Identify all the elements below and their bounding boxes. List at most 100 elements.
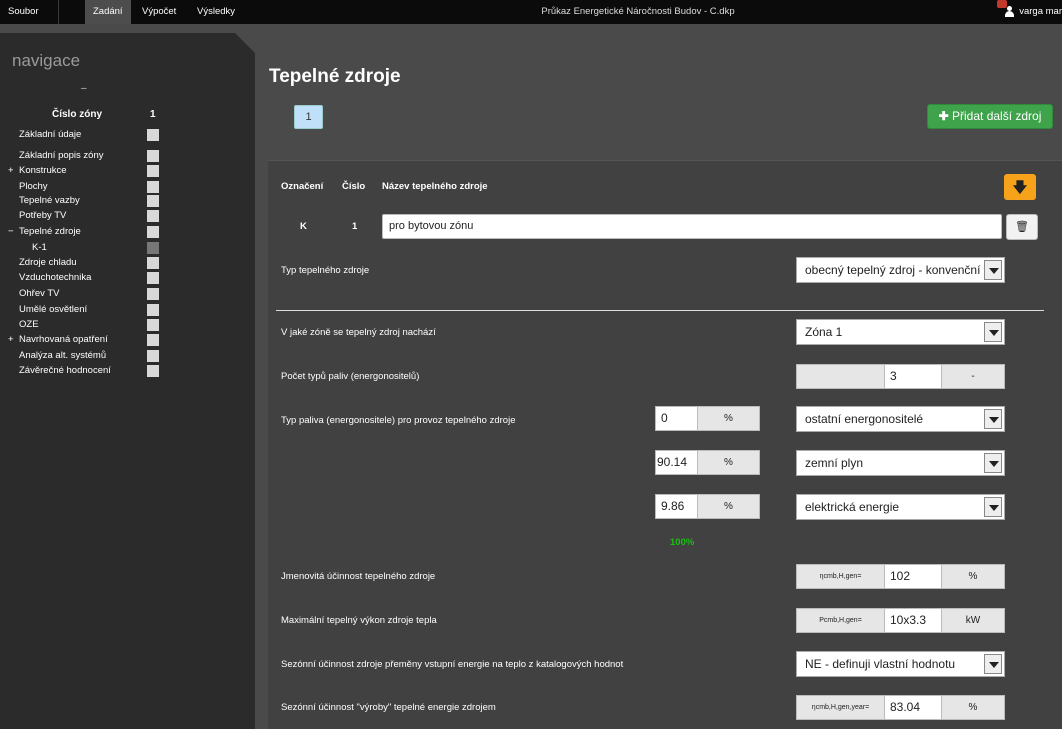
sidebar-item-ohrev-tv[interactable]: Ohřev TV — [0, 288, 255, 302]
sidebar-item-zdroje-chladu[interactable]: Zdroje chladu — [0, 257, 255, 271]
typ-zdroje-select[interactable]: obecný tepelný zdroj - konvenční — [796, 257, 1005, 283]
status-box — [147, 350, 159, 362]
fuel-select-3[interactable]: elektrická energie — [796, 494, 1005, 520]
arrow-down-icon: 🡇 — [1012, 179, 1028, 195]
fuel-select-2[interactable]: zemní plyn — [796, 450, 1005, 476]
label-sezonni-vyroba: Sezónní účinnost "výroby" tepelné energi… — [281, 702, 496, 713]
source-oznaceni: K — [300, 221, 307, 232]
sezonni-vyroba-input[interactable]: 83.04 — [884, 695, 942, 720]
user-menu[interactable]: varga mar — [997, 0, 1062, 24]
chevron-down-icon — [984, 497, 1002, 517]
sidebar-item-analyza-alt-systemu[interactable]: Analýza alt. systémů — [0, 350, 255, 364]
zona-select[interactable]: Zóna 1 — [796, 319, 1005, 345]
status-box — [147, 129, 159, 141]
zone-number-label: Číslo zóny — [52, 109, 103, 120]
fuel-share-input[interactable]: 90.14 — [655, 450, 698, 475]
expand-icon: + — [8, 334, 14, 345]
sidebar-item-konstrukce[interactable]: + Konstrukce — [0, 165, 255, 179]
status-box — [147, 257, 159, 269]
status-box — [147, 365, 159, 377]
expand-icon: + — [8, 165, 14, 176]
status-box — [147, 288, 159, 300]
collapse-icon: − — [8, 226, 14, 237]
label-vykon: Maximální tepelný výkon zdroje tepla — [281, 615, 437, 626]
status-box — [147, 334, 159, 346]
sidebar-item-umele-osvetleni[interactable]: Umělé osvětlení — [0, 304, 255, 318]
sezonni-vyroba-field: ηcmb,H,gen,year= 83.04 % — [796, 695, 1005, 720]
label-sezonni-katalog: Sezónní účinnost zdroje přeměny vstupní … — [281, 659, 624, 670]
status-box — [147, 210, 159, 222]
sidebar-item-plochy[interactable]: Plochy — [0, 181, 255, 195]
main-content: Tepelné zdroje 1 ✚ Přidat další zdroj Oz… — [255, 24, 1062, 729]
collapse-toggle[interactable]: – — [81, 83, 87, 94]
add-source-button[interactable]: ✚ Přidat další zdroj — [927, 104, 1053, 129]
sidebar-title: navigace — [12, 51, 81, 70]
status-box — [147, 195, 159, 207]
status-box — [147, 319, 159, 331]
fuel-total: 100% — [670, 537, 695, 548]
label-typ-paliva: Typ paliva (energonositele) pro provoz t… — [281, 415, 516, 426]
label-pocet-paliv: Počet typů paliv (energonositelů) — [281, 371, 420, 382]
label-ucinnost: Jmenovitá účinnost tepelného zdroje — [281, 571, 436, 582]
divider — [276, 310, 1044, 311]
status-box — [147, 304, 159, 316]
fuel-share-input[interactable]: 0 — [655, 406, 698, 431]
plus-icon: ✚ — [938, 109, 949, 123]
fuel-share-input[interactable]: 9.86 — [655, 494, 698, 519]
sidebar-item-zakladni-popis-zony[interactable]: Základní popis zóny — [0, 150, 255, 164]
zone-tab-1[interactable]: 1 — [294, 105, 323, 129]
top-menu-bar: Soubor Zadání Výpočet Výsledky Průkaz En… — [0, 0, 1062, 24]
status-box — [147, 242, 159, 254]
pocet-paliv-field: 3 - — [796, 364, 1005, 389]
chevron-down-icon — [984, 260, 1002, 280]
sidebar-item-zakladni-udaje[interactable]: Základní údaje — [0, 129, 255, 143]
window-title: Průkaz Energetické Náročnosti Budov - C.… — [541, 6, 735, 17]
user-name: varga mar — [1019, 6, 1062, 17]
status-box — [147, 165, 159, 177]
user-icon — [997, 0, 1015, 18]
label-typ-zdroje: Typ tepelného zdroje — [281, 265, 370, 276]
ucinnost-unit: % — [941, 564, 1005, 589]
vykon-input[interactable]: 10x3.3 — [884, 608, 942, 633]
pocet-paliv-input[interactable]: 3 — [884, 364, 942, 389]
ucinnost-input[interactable]: 102 — [884, 564, 942, 589]
vykon-symbol: Pcmb,H,gen= — [796, 608, 885, 633]
sezonni-katalog-select[interactable]: NE - definuji vlastní hodnotu — [796, 651, 1005, 677]
header-oznaceni: Označení — [281, 181, 324, 192]
sidebar-item-zaverecne-hodnoceni[interactable]: Závěrečné hodnocení — [0, 365, 255, 379]
status-box — [147, 272, 159, 284]
chevron-down-icon — [984, 453, 1002, 473]
header-nazev: Název tepelného zdroje — [382, 181, 488, 192]
status-box — [147, 150, 159, 162]
sidebar-item-k-1[interactable]: K-1 — [0, 242, 255, 256]
status-box — [147, 226, 159, 238]
sidebar-item-vzduchotechnika[interactable]: Vzduchotechnika — [0, 272, 255, 286]
arrow-down-button[interactable]: 🡇 — [1004, 174, 1036, 200]
chevron-down-icon — [984, 409, 1002, 429]
sezonni-vyroba-unit: % — [941, 695, 1005, 720]
sidebar-item-oze[interactable]: OZE — [0, 319, 255, 333]
sezonni-vyroba-symbol: ηcmb,H,gen,year= — [796, 695, 885, 720]
trash-icon: 🗑 — [1015, 221, 1029, 233]
status-box — [147, 181, 159, 193]
sidebar-item-tepelne-zdroje[interactable]: − Tepelné zdroje — [0, 226, 255, 240]
source-panel: Označení Číslo Název tepelného zdroje 🡇 … — [268, 160, 1062, 729]
chevron-down-icon — [984, 322, 1002, 342]
source-name-input[interactable]: pro bytovou zónu — [382, 214, 1002, 239]
fuel-select-1[interactable]: ostatní energonositelé — [796, 406, 1005, 432]
fuel-share-1: 0 % — [655, 406, 760, 431]
ucinnost-field: ηcmb,H,gen= 102 % — [796, 564, 1005, 589]
navigation-sidebar: navigace – Číslo zóny 1 Základní údaje Z… — [0, 33, 255, 729]
sidebar-item-potreby-tv[interactable]: Potřeby TV — [0, 210, 255, 224]
sidebar-item-navrhovana-opatreni[interactable]: + Navrhovaná opatření — [0, 334, 255, 348]
sidebar-item-tepelne-vazby[interactable]: Tepelné vazby — [0, 195, 255, 209]
fuel-share-2: 90.14 % — [655, 450, 760, 475]
header-cislo: Číslo — [342, 181, 366, 192]
chevron-down-icon — [984, 654, 1002, 674]
pocet-paliv-unit: - — [941, 364, 1005, 389]
page-title: Tepelné zdroje — [269, 66, 401, 87]
delete-button[interactable]: 🗑 — [1006, 214, 1038, 240]
zone-number-value: 1 — [150, 109, 156, 120]
source-cislo: 1 — [352, 221, 358, 232]
vykon-field: Pcmb,H,gen= 10x3.3 kW — [796, 608, 1005, 633]
